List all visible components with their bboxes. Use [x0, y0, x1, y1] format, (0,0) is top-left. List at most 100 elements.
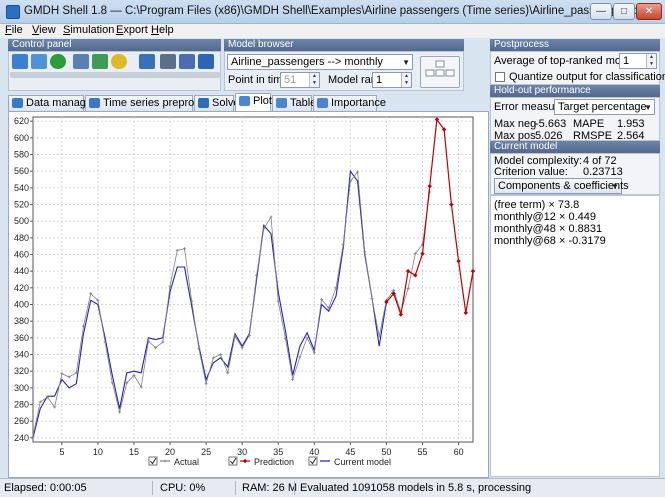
- spin-arrows-icon[interactable]: ▲ ▼: [646, 54, 656, 68]
- legend-label-prediction: Prediction: [254, 457, 294, 467]
- y-tick-label: 360: [14, 333, 29, 343]
- components-coefficients-button[interactable]: Components & coefficients ▼: [494, 178, 629, 194]
- y-tick-label: 260: [14, 416, 29, 426]
- menu-help[interactable]: Help: [151, 24, 174, 36]
- legend-label-current-model: Current model: [334, 457, 391, 467]
- import-icon[interactable]: [73, 54, 89, 69]
- model-rank-stepper[interactable]: 1 ▲ ▼: [372, 72, 412, 88]
- control-panel-scrollbar[interactable]: [10, 72, 220, 78]
- ram-usage: RAM: 26 M: [242, 482, 298, 494]
- y-tick-label: 280: [14, 400, 29, 410]
- y-tick-label: 240: [14, 433, 29, 443]
- legend-label-actual: Actual: [174, 457, 199, 467]
- coefficients-list: (free term) × 73.8 monthly@12 × 0.449 mo…: [490, 195, 660, 477]
- criterion-value: 0.23713: [583, 166, 623, 178]
- error-measure-select[interactable]: Target percentage ▼: [554, 99, 655, 115]
- quantize-label: Quantize output for classification: [509, 71, 665, 83]
- chevron-down-icon: ▼: [644, 103, 652, 112]
- holdout-panel: Error measure Target percentage ▼ Max ne…: [490, 97, 660, 142]
- transfer-icon[interactable]: [92, 54, 108, 69]
- tab-bar: Data manager Time series preprocess Solv…: [8, 93, 488, 111]
- y-tick-label: 320: [14, 366, 29, 376]
- plot-panel: 240 260 280 300 320 340 360 380 400 420 440 460 480 5…: [8, 111, 489, 478]
- refresh-icon[interactable]: [111, 54, 127, 69]
- y-tick-label: 520: [14, 200, 29, 210]
- average-top-ranked-stepper[interactable]: 1 ▲ ▼: [619, 53, 657, 69]
- navigation-pad[interactable]: [420, 56, 460, 88]
- y-tick-label: 440: [14, 266, 29, 276]
- postprocess-header: Postprocess: [490, 39, 660, 51]
- model-rank-value: 1: [376, 74, 383, 86]
- model-browser-header: Model browser: [224, 39, 464, 51]
- tab-label: Plot: [253, 95, 272, 107]
- point-in-time-stepper[interactable]: 51 ▲ ▼: [280, 72, 320, 88]
- mape-value: 1.953: [617, 118, 645, 130]
- menu-file[interactable]: File: [5, 24, 23, 36]
- coefficient-item: monthly@12 × 0.449: [494, 211, 596, 223]
- criterion-label: Criterion value:: [494, 166, 568, 178]
- menu-bar: File View Simulation Export Help: [0, 24, 665, 38]
- current-model-panel: Model complexity: 4 of 72 Criterion valu…: [490, 153, 660, 195]
- x-tick-label: 45: [345, 447, 355, 457]
- right-panel: Postprocess Average of top-ranked models…: [490, 39, 665, 477]
- postprocess-panel: Average of top-ranked models 1 ▲ ▼ Quanti…: [490, 51, 665, 85]
- control-panel-header: Control panel: [8, 39, 221, 51]
- app-icon: [6, 5, 20, 19]
- dataset-icon[interactable]: [31, 54, 47, 69]
- gear-icon: [89, 98, 100, 108]
- tab-data-manager[interactable]: Data manager: [8, 95, 96, 111]
- y-tick-label: 460: [14, 250, 29, 260]
- minimize-button[interactable]: —: [590, 3, 612, 20]
- close-button[interactable]: ✕: [636, 3, 662, 20]
- model-select[interactable]: Airline_passengers --> monthly ▼: [227, 54, 413, 70]
- y-tick-label: 600: [14, 133, 29, 143]
- components-coefficients-label: Components & coefficients: [498, 180, 629, 192]
- wrench-icon[interactable]: [139, 54, 155, 69]
- bar-chart-icon: [317, 98, 328, 108]
- arrows-icon: [425, 60, 455, 77]
- tab-table[interactable]: Table: [272, 95, 316, 111]
- x-tick-label: 60: [454, 447, 464, 457]
- chevron-down-icon: ▼: [402, 58, 410, 67]
- tab-solver[interactable]: Solver: [194, 95, 243, 111]
- legend-marker-plus: [163, 459, 167, 463]
- error-measure-value: Target percentage: [558, 101, 647, 113]
- table-icon: [276, 98, 287, 108]
- tab-importance[interactable]: Importance: [313, 95, 386, 111]
- menu-view[interactable]: View: [32, 24, 56, 36]
- x-tick-label: 30: [237, 447, 247, 457]
- gear-icon: [12, 98, 23, 108]
- control-panel: [8, 51, 221, 91]
- mape-label: MAPE: [573, 118, 605, 130]
- legend-marker-diamond: [242, 458, 248, 464]
- menu-simulation[interactable]: Simulation: [63, 24, 114, 36]
- tab-time-series-preprocess[interactable]: Time series preprocess: [85, 95, 217, 111]
- y-tick-label: 540: [14, 183, 29, 193]
- menu-export[interactable]: Export: [116, 24, 148, 36]
- holdout-header: Hold-out performance: [490, 85, 660, 97]
- x-tick-label: 25: [201, 447, 211, 457]
- tab-plot[interactable]: Plot: [235, 93, 272, 111]
- y-tick-label: 620: [14, 116, 29, 126]
- quantize-checkbox[interactable]: [495, 72, 505, 82]
- spin-arrows-icon[interactable]: ▲ ▼: [309, 73, 319, 87]
- x-tick-label: 15: [129, 447, 139, 457]
- y-tick-label: 340: [14, 350, 29, 360]
- max-neg-label: Max neg: [494, 118, 537, 130]
- tools-icon[interactable]: [160, 54, 176, 69]
- play-icon[interactable]: [50, 54, 66, 69]
- time-series-chart[interactable]: 240 260 280 300 320 340 360 380 400 420 440 460 480 5…: [9, 112, 488, 477]
- tab-label: Importance: [331, 97, 387, 109]
- y-tick-label: 480: [14, 233, 29, 243]
- x-tick-label: 35: [273, 447, 283, 457]
- spin-arrows-icon[interactable]: ▲ ▼: [401, 73, 411, 87]
- maximize-button[interactable]: □: [613, 3, 635, 20]
- x-tick-label: 20: [165, 447, 175, 457]
- open-project-icon[interactable]: [12, 54, 28, 69]
- save-icon[interactable]: [198, 54, 214, 69]
- magic-wand-icon[interactable]: [179, 54, 195, 69]
- x-tick-label: 50: [381, 447, 391, 457]
- y-tick-label: 580: [14, 150, 29, 160]
- y-tick-label: 420: [14, 283, 29, 293]
- elapsed-time: Elapsed: 0:00:05: [4, 482, 87, 494]
